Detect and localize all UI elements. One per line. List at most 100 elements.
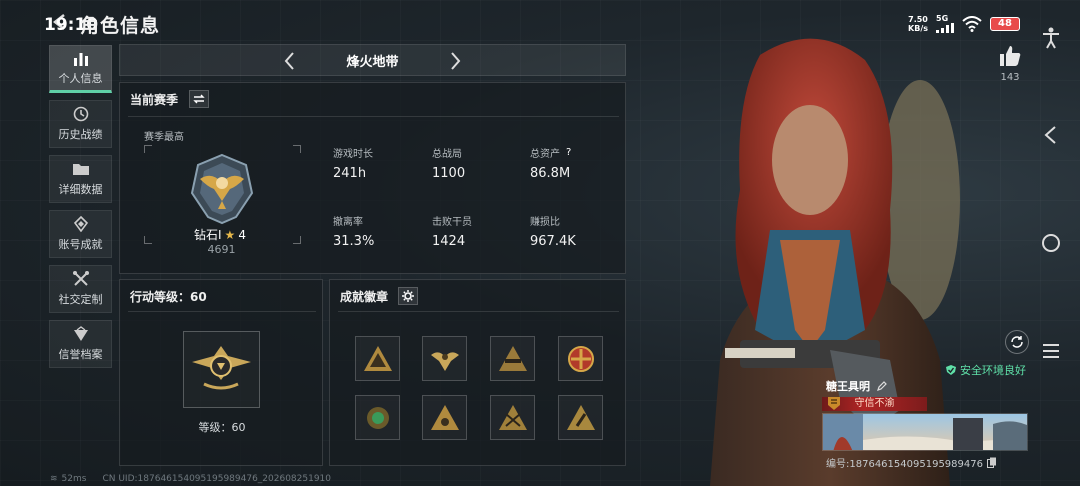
- current-season-card: 当前赛季 赛季最高 钻石I ★ 4 4691 游戏时长 241h 总战局 110…: [119, 82, 626, 274]
- nav-item-detailed-data[interactable]: 详细数据: [49, 155, 112, 203]
- nav-home-icon[interactable]: [1040, 232, 1062, 254]
- triangle-rifle-badge-icon: [498, 345, 527, 371]
- triangle-badge-icon: [363, 345, 392, 371]
- stat-extraction-rate: 撤离率 31.3%: [333, 213, 423, 249]
- nav-item-account-achievements[interactable]: 账号成就: [49, 210, 112, 258]
- stat-total-matches: 总战局 1100: [432, 145, 522, 181]
- achievements-settings-button[interactable]: [398, 287, 418, 305]
- achievement-badge[interactable]: [422, 395, 467, 440]
- stat-value: 1424: [432, 234, 466, 249]
- network-type: 5G: [936, 14, 949, 23]
- player-uid: 编号:18764615409519598947­6: [826, 455, 997, 470]
- rank-tier: 钻石I: [194, 228, 222, 242]
- page-title: 角色信息: [80, 15, 161, 37]
- accessibility-icon[interactable]: [1040, 27, 1062, 49]
- nav-item-personal-info[interactable]: 个人信息: [49, 45, 112, 93]
- stat-value: 31.3%: [333, 234, 375, 249]
- signal-bars-icon: [936, 23, 954, 33]
- title-rank-icon: [828, 397, 840, 410]
- history-clock-icon: [73, 106, 88, 122]
- previous-season-arrow-icon[interactable]: [280, 50, 300, 72]
- season-name: 烽火地带: [346, 54, 399, 70]
- stat-label: 击败干员: [432, 217, 472, 228]
- safe-environment-status: 安全环境良好: [945, 362, 1026, 378]
- profile-banner[interactable]: [822, 413, 1028, 451]
- ping-display: ≋ 52ms: [50, 474, 86, 484]
- rotate-view-button[interactable]: [1005, 330, 1029, 354]
- ping-value: 52ms: [61, 474, 87, 484]
- stat-value: 967.4K: [530, 234, 576, 249]
- stat-label: 游戏时长: [333, 149, 373, 160]
- nav-label: 个人信息: [58, 72, 103, 85]
- action-level-card: 行动等级：60 等级：60: [119, 279, 323, 466]
- frame-corner: [144, 145, 152, 153]
- level-emblem-frame: [183, 331, 260, 408]
- thumbs-up-icon[interactable]: [998, 44, 1022, 68]
- nav-label: 详细数据: [58, 183, 103, 196]
- achievement-badge[interactable]: [490, 395, 535, 440]
- level-text: 等级：60: [198, 421, 246, 434]
- nav-back-icon[interactable]: [1040, 124, 1062, 146]
- nav-item-match-history[interactable]: 历史战绩: [49, 100, 112, 148]
- achievement-badge[interactable]: [355, 336, 400, 381]
- divider: [338, 311, 619, 312]
- stat-label: 总资产 ?: [530, 145, 620, 160]
- credit-gem-icon: [73, 326, 88, 341]
- rotate-icon: [1011, 336, 1023, 348]
- achievement-badge[interactable]: [558, 395, 603, 440]
- season-selector: 烽火地带: [119, 44, 626, 76]
- bar-chart-icon: [73, 53, 88, 66]
- stat-play-time: 游戏时长 241h: [333, 145, 423, 181]
- achievement-badge[interactable]: [490, 336, 535, 381]
- nav-menu-icon[interactable]: [1040, 340, 1062, 362]
- nav-item-social-customization[interactable]: 社交定制: [49, 265, 112, 313]
- diamond-rank-emblem-icon: [190, 153, 254, 225]
- achievement-badge[interactable]: [558, 336, 603, 381]
- rank-points: 4691: [207, 243, 236, 256]
- stat-value: 1100: [432, 166, 466, 181]
- nav-label: 信誉档案: [58, 348, 103, 361]
- nav-label: 账号成就: [58, 238, 103, 251]
- player-uid-text: 编号:18764615409519598947­6: [826, 459, 983, 470]
- swap-arrows-icon: [193, 94, 205, 104]
- stat-profit-loss-ratio: 赚损比 967.4K: [530, 213, 620, 249]
- gear-icon: [402, 290, 414, 302]
- nav-label: 历史战绩: [58, 128, 103, 141]
- achievement-badge[interactable]: [422, 336, 467, 381]
- stat-label: 撤离率: [333, 217, 363, 228]
- player-name-text: 糖王具明: [826, 380, 870, 393]
- footer-info: ≋ 52ms CN UID:18764615409519598947­6_202…: [50, 474, 331, 484]
- status-bar-right: 7.50 KB/s 5G 48: [908, 14, 1020, 33]
- help-icon[interactable]: ?: [566, 147, 571, 158]
- uid-line: CN UID:18764615409519598947­6_2026082519…: [102, 474, 332, 484]
- nav-label: 社交定制: [58, 293, 103, 306]
- wifi-icon: [962, 15, 982, 32]
- achievements-title: 成就徽章: [340, 290, 389, 304]
- frame-corner: [293, 145, 301, 153]
- stat-total-assets: 总资产 ? 86.8M: [530, 145, 620, 181]
- stat-operators-defeated: 击败干员 1424: [432, 213, 522, 249]
- divider: [128, 311, 316, 312]
- player-name: 糖王具明: [826, 378, 888, 394]
- divider: [128, 116, 619, 117]
- cellular-signal: 5G: [936, 14, 954, 33]
- next-season-arrow-icon[interactable]: [445, 50, 465, 72]
- achievement-diamond-icon: [73, 216, 88, 232]
- current-season-title: 当前赛季: [130, 93, 179, 107]
- rank-name: 钻石I ★ 4: [194, 226, 246, 243]
- banner-image: [823, 414, 1027, 450]
- copy-icon[interactable]: [986, 457, 997, 468]
- folder-icon: [72, 164, 89, 175]
- tools-icon: [72, 271, 89, 286]
- switch-mode-button[interactable]: [189, 90, 209, 108]
- wreath-badge-icon: [366, 406, 389, 429]
- achievement-badge[interactable]: [355, 395, 400, 440]
- battery-indicator: 48: [990, 16, 1020, 31]
- stat-label: 总战局: [432, 149, 462, 160]
- stat-value: 241h: [333, 166, 367, 181]
- star-icon: ★: [224, 227, 236, 242]
- shield-check-icon: [946, 365, 956, 375]
- edit-pencil-icon[interactable]: [876, 380, 888, 392]
- safe-environment-text: 安全环境良好: [960, 364, 1026, 377]
- nav-item-credit-record[interactable]: 信誉档案: [49, 320, 112, 368]
